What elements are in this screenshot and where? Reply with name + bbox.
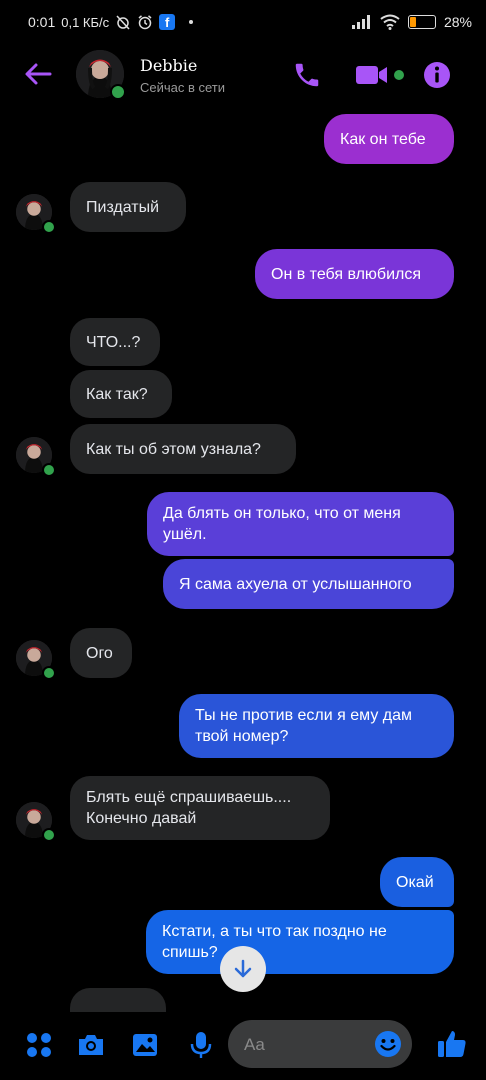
message-sent[interactable]: Кстати, а ты что так поздно не спишь?	[146, 910, 454, 974]
phone-icon[interactable]	[292, 60, 322, 90]
online-indicator	[110, 84, 126, 100]
contact-name[interactable]: Debbie	[140, 56, 197, 75]
online-indicator	[42, 463, 56, 477]
network-speed: 0,1 КБ/с	[61, 14, 110, 30]
microphone-icon[interactable]	[186, 1030, 216, 1060]
menu-dots-icon[interactable]	[24, 1030, 54, 1060]
online-indicator	[42, 220, 56, 234]
message-sent[interactable]: Да блять он только, что от меня ушёл.	[147, 492, 454, 556]
video-camera-icon[interactable]	[354, 62, 390, 88]
camera-icon[interactable]	[76, 1030, 106, 1060]
message-received[interactable]: Блять ещё спрашиваешь.... Конечно давай	[70, 776, 330, 840]
message-received[interactable]: ЧТО...?	[70, 318, 160, 366]
info-icon[interactable]	[422, 60, 452, 90]
more-notifications-dot	[189, 20, 194, 24]
status-left: 0:01 0,1 КБ/с f	[28, 14, 194, 30]
message-sent[interactable]: Как он тебе	[324, 114, 454, 164]
message-sent[interactable]: Я сама ахуела от услышанного	[163, 559, 454, 609]
message-sent[interactable]: Окай	[380, 857, 454, 907]
online-indicator	[42, 828, 56, 842]
message-sent[interactable]: Ты не против если я ему дам твой номер?	[179, 694, 454, 758]
arrow-down-icon	[234, 959, 252, 978]
image-icon[interactable]	[130, 1030, 160, 1060]
message-input[interactable]	[242, 1020, 376, 1070]
status-bar: 0:01 0,1 КБ/с f 28%	[0, 0, 486, 44]
back-arrow-icon[interactable]	[22, 58, 54, 90]
message-input-container	[228, 1020, 412, 1070]
battery-icon	[407, 15, 436, 29]
chat-header: Debbie Сейчас в сети	[0, 44, 486, 108]
message-received[interactable]: Пиздатый	[70, 182, 186, 232]
emoji-icon[interactable]	[374, 1030, 402, 1058]
online-indicator	[42, 666, 56, 680]
message-received[interactable]: Как так?	[70, 370, 172, 418]
status-right: 28%	[351, 14, 472, 30]
message-received[interactable]: Как ты об этом узнала?	[70, 424, 296, 474]
composer-bar	[0, 1012, 486, 1080]
contact-status: Сейчас в сети	[140, 80, 226, 95]
alarm-icon	[138, 15, 152, 30]
thumbs-up-icon[interactable]	[436, 1028, 468, 1060]
facebook-notification-icon: f	[159, 14, 176, 30]
alarm-off-icon	[116, 15, 130, 30]
wifi-icon	[380, 14, 400, 30]
message-sent[interactable]: Он в тебя влюбился	[255, 249, 454, 299]
signal-icon	[351, 15, 370, 29]
battery-percent: 28%	[443, 14, 472, 30]
video-online-indicator	[394, 70, 404, 80]
status-time: 0:01	[28, 14, 56, 30]
scroll-to-bottom-button[interactable]	[220, 946, 266, 992]
message-received[interactable]: Ого	[70, 628, 132, 678]
